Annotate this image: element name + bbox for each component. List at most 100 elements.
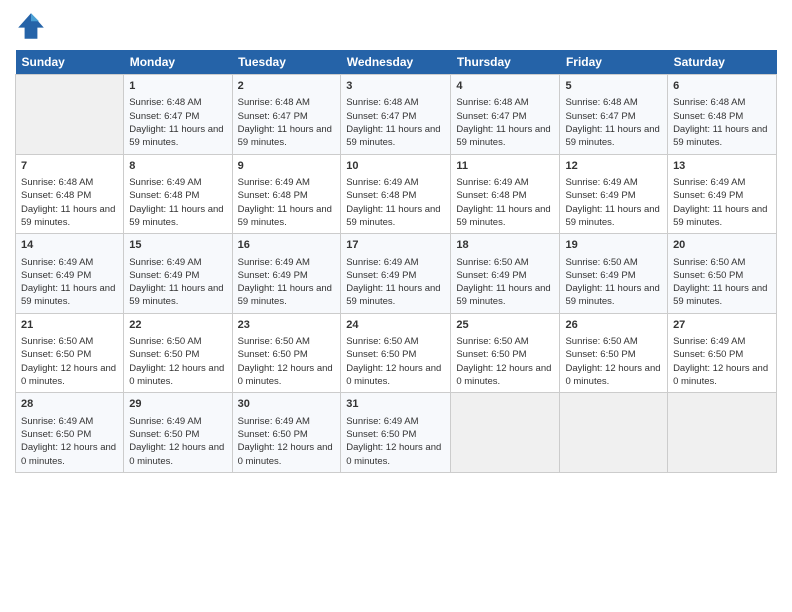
day-info: Sunrise: 6:50 AM: [565, 335, 662, 348]
weekday-header-tuesday: Tuesday: [232, 50, 341, 75]
calendar-cell: 4Sunrise: 6:48 AMSunset: 6:47 PMDaylight…: [451, 75, 560, 155]
day-info: Daylight: 12 hours and 0 minutes.: [21, 441, 118, 468]
day-info: Sunset: 6:49 PM: [21, 269, 118, 282]
calendar-cell: 25Sunrise: 6:50 AMSunset: 6:50 PMDayligh…: [451, 313, 560, 393]
day-info: Sunset: 6:50 PM: [456, 348, 554, 361]
day-info: Sunset: 6:49 PM: [238, 269, 336, 282]
calendar-cell: [560, 393, 668, 473]
day-number: 11: [456, 159, 554, 174]
calendar-cell: 13Sunrise: 6:49 AMSunset: 6:49 PMDayligh…: [668, 154, 777, 234]
calendar-cell: 12Sunrise: 6:49 AMSunset: 6:49 PMDayligh…: [560, 154, 668, 234]
day-info: Sunset: 6:48 PM: [238, 189, 336, 202]
day-number: 16: [238, 238, 336, 253]
weekday-header-row: SundayMondayTuesdayWednesdayThursdayFrid…: [16, 50, 777, 75]
day-info: Sunrise: 6:50 AM: [565, 256, 662, 269]
calendar-cell: 27Sunrise: 6:49 AMSunset: 6:50 PMDayligh…: [668, 313, 777, 393]
day-number: 5: [565, 79, 662, 94]
day-info: Sunset: 6:48 PM: [346, 189, 445, 202]
day-info: Daylight: 11 hours and 59 minutes.: [673, 282, 771, 309]
logo: [15, 10, 51, 42]
day-info: Sunset: 6:50 PM: [129, 428, 226, 441]
calendar-cell: 11Sunrise: 6:49 AMSunset: 6:48 PMDayligh…: [451, 154, 560, 234]
calendar-cell: 16Sunrise: 6:49 AMSunset: 6:49 PMDayligh…: [232, 234, 341, 314]
day-info: Daylight: 12 hours and 0 minutes.: [129, 441, 226, 468]
day-number: 13: [673, 159, 771, 174]
calendar-cell: 17 Sunrise: 6:49 AMSunset: 6:49 PMDayligh…: [341, 234, 451, 314]
day-info: Sunrise: 6:49 AM: [346, 415, 445, 428]
day-info: Sunrise: 6:50 AM: [456, 256, 554, 269]
day-info: Sunrise: 6:49 AM: [456, 176, 554, 189]
calendar-cell: 1Sunrise: 6:48 AMSunset: 6:47 PMDaylight…: [124, 75, 232, 155]
week-row-4: 21Sunrise: 6:50 AMSunset: 6:50 PMDayligh…: [16, 313, 777, 393]
day-info: Daylight: 12 hours and 0 minutes.: [21, 362, 118, 389]
day-info: Sunset: 6:49 PM: [565, 269, 662, 282]
day-info: Sunrise: 6:49 AM: [346, 256, 445, 269]
calendar-cell: 6Sunrise: 6:48 AMSunset: 6:48 PMDaylight…: [668, 75, 777, 155]
day-number: 15: [129, 238, 226, 253]
day-info: Sunset: 6:47 PM: [238, 110, 336, 123]
day-info: Daylight: 12 hours and 0 minutes.: [565, 362, 662, 389]
day-info: Sunset: 6:47 PM: [129, 110, 226, 123]
day-info: Daylight: 11 hours and 59 minutes.: [456, 282, 554, 309]
day-info: Sunset: 6:48 PM: [129, 189, 226, 202]
day-info: Sunset: 6:48 PM: [673, 110, 771, 123]
calendar-cell: 29Sunrise: 6:49 AMSunset: 6:50 PMDayligh…: [124, 393, 232, 473]
day-number: 25: [456, 318, 554, 333]
calendar-cell: 19Sunrise: 6:50 AMSunset: 6:49 PMDayligh…: [560, 234, 668, 314]
day-info: Sunrise: 6:48 AM: [565, 96, 662, 109]
day-info: Sunrise: 6:49 AM: [238, 415, 336, 428]
day-info: Daylight: 11 hours and 59 minutes.: [456, 123, 554, 150]
day-info: Sunrise: 6:50 AM: [346, 335, 445, 348]
calendar-cell: 10Sunrise: 6:49 AMSunset: 6:48 PMDayligh…: [341, 154, 451, 234]
day-info: Daylight: 11 hours and 59 minutes.: [346, 123, 445, 150]
header: [15, 10, 777, 42]
day-info: Sunrise: 6:50 AM: [673, 256, 771, 269]
day-info: Sunrise: 6:49 AM: [238, 176, 336, 189]
day-info: Sunset: 6:50 PM: [21, 348, 118, 361]
day-number: 27: [673, 318, 771, 333]
day-info: Sunrise: 6:49 AM: [21, 256, 118, 269]
day-info: Sunset: 6:49 PM: [456, 269, 554, 282]
day-info: Daylight: 11 hours and 59 minutes.: [21, 282, 118, 309]
day-number: 3: [346, 79, 445, 94]
day-info: Sunset: 6:50 PM: [21, 428, 118, 441]
day-info: Daylight: 11 hours and 59 minutes.: [346, 282, 445, 309]
day-info: Sunrise: 6:49 AM: [21, 415, 118, 428]
day-info: Sunset: 6:49 PM: [129, 269, 226, 282]
day-number: 21: [21, 318, 118, 333]
day-info: Daylight: 12 hours and 0 minutes.: [238, 362, 336, 389]
logo-icon: [15, 10, 47, 42]
day-info: Sunrise: 6:48 AM: [238, 96, 336, 109]
day-number: 28: [21, 397, 118, 412]
day-info: Sunset: 6:50 PM: [129, 348, 226, 361]
day-info: Daylight: 11 hours and 59 minutes.: [129, 282, 226, 309]
day-number: 9: [238, 159, 336, 174]
calendar-cell: 15Sunrise: 6:49 AMSunset: 6:49 PMDayligh…: [124, 234, 232, 314]
calendar-cell: 14Sunrise: 6:49 AMSunset: 6:49 PMDayligh…: [16, 234, 124, 314]
calendar-cell: [668, 393, 777, 473]
day-info: Daylight: 11 hours and 59 minutes.: [565, 282, 662, 309]
day-info: Daylight: 11 hours and 59 minutes.: [129, 123, 226, 150]
calendar-cell: 21Sunrise: 6:50 AMSunset: 6:50 PMDayligh…: [16, 313, 124, 393]
calendar-cell: 2Sunrise: 6:48 AMSunset: 6:47 PMDaylight…: [232, 75, 341, 155]
calendar-cell: 7Sunrise: 6:48 AMSunset: 6:48 PMDaylight…: [16, 154, 124, 234]
day-number: 8: [129, 159, 226, 174]
day-info: Sunset: 6:50 PM: [565, 348, 662, 361]
day-info: Daylight: 11 hours and 59 minutes.: [673, 123, 771, 150]
calendar-cell: [16, 75, 124, 155]
calendar-table: SundayMondayTuesdayWednesdayThursdayFrid…: [15, 50, 777, 473]
week-row-3: 14Sunrise: 6:49 AMSunset: 6:49 PMDayligh…: [16, 234, 777, 314]
day-number: 17: [346, 238, 445, 253]
day-info: Sunrise: 6:49 AM: [673, 176, 771, 189]
day-number: 18: [456, 238, 554, 253]
weekday-header-thursday: Thursday: [451, 50, 560, 75]
day-info: Sunset: 6:50 PM: [673, 348, 771, 361]
day-info: Sunset: 6:49 PM: [346, 269, 445, 282]
day-info: Sunrise: 6:50 AM: [129, 335, 226, 348]
day-info: Sunrise: 6:49 AM: [346, 176, 445, 189]
calendar-cell: 18 Sunrise: 6:50 AMSunset: 6:49 PMDayligh…: [451, 234, 560, 314]
day-info: Sunrise: 6:48 AM: [21, 176, 118, 189]
day-info: Sunset: 6:50 PM: [238, 348, 336, 361]
calendar-cell: 20Sunrise: 6:50 AMSunset: 6:50 PMDayligh…: [668, 234, 777, 314]
week-row-1: 1Sunrise: 6:48 AMSunset: 6:47 PMDaylight…: [16, 75, 777, 155]
